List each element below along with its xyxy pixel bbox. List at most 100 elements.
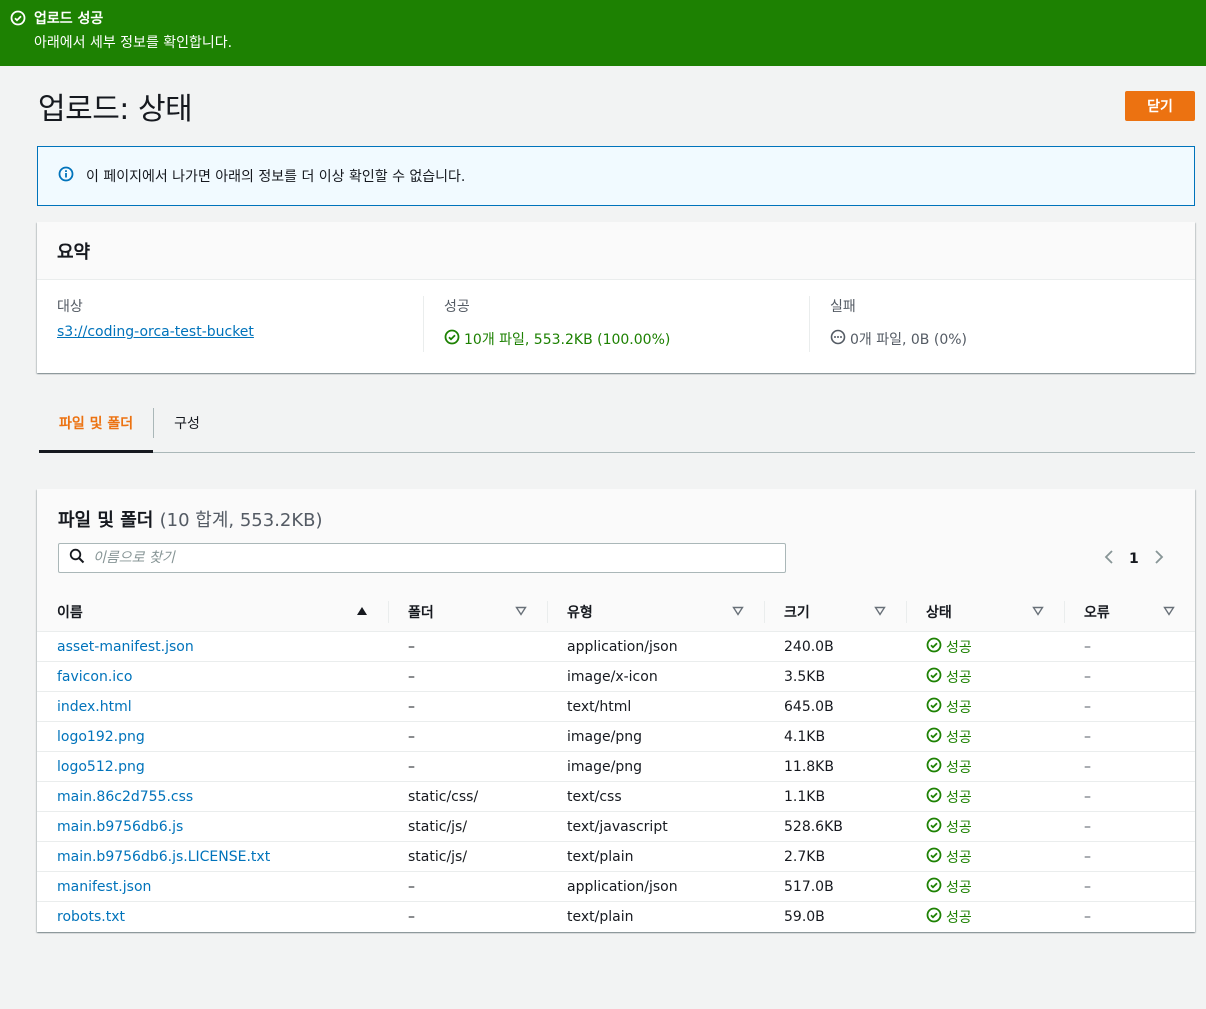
cell-error: – [1064,691,1195,722]
status-text: 성공 [946,759,972,776]
cell-type: text/plain [567,908,634,925]
check-circle-icon [444,329,460,349]
table-row: robots.txt – text/plain 59.0B 성공 – [37,902,1195,932]
column-header-name[interactable]: 이름 [37,593,388,632]
files-count: (10 합계, 553.2KB) [159,510,323,531]
cell-type: application/json [547,871,764,902]
status-text: 성공 [946,729,972,746]
file-link[interactable]: robots.txt [57,909,125,925]
file-link[interactable]: main.b9756db6.js.LICENSE.txt [57,849,270,865]
cell-error: – [1064,721,1195,752]
file-link[interactable]: main.b9756db6.js [57,819,183,835]
chevron-left-icon[interactable] [1103,549,1115,569]
cell-size: 59.0B [784,908,825,925]
cell-error: – [1064,661,1195,692]
cell-name: logo192.png [37,721,388,752]
file-link[interactable]: logo512.png [57,759,145,775]
check-circle-icon [926,757,942,777]
status-text: 성공 [946,879,972,896]
column-header-size[interactable]: 크기 [764,593,906,632]
file-link[interactable]: logo192.png [57,729,145,745]
check-circle-icon [926,877,942,897]
info-message: 이 페이지에서 나가면 아래의 정보를 더 이상 확인할 수 없습니다. [86,169,466,185]
cell-folder: static/js/ [388,811,547,842]
table-row: manifest.json – application/json 517.0B 성공 – [37,871,1195,902]
file-link[interactable]: favicon.ico [57,669,132,685]
table-row: main.b9756db6.js static/js/text/javascrip… [37,811,1195,842]
cell-status: 성공 [906,902,1064,932]
check-circle-icon [926,697,942,717]
cell-status: 성공 [906,781,1064,812]
cell-type: image/x-icon [547,661,764,692]
destination-label: 대상 [57,299,83,315]
summary-heading: 요약 [37,222,1195,280]
pagination: 1 [1103,549,1165,569]
cell-type: image/png [547,751,764,782]
check-circle-icon [926,667,942,687]
cell-type: image/png [547,721,764,752]
summary-failed: 실패 0개 파일, 0B (0%) [809,296,1195,352]
cell-status: 성공 [906,661,1064,692]
column-header-status[interactable]: 상태 [906,593,1064,632]
cell-name: index.html [37,691,388,722]
file-link[interactable]: asset-manifest.json [57,639,194,655]
status-text: 성공 [946,639,972,656]
chevron-right-icon[interactable] [1153,549,1165,569]
search-box [58,543,786,573]
status-text: 성공 [946,699,972,716]
cell-folder: – [388,751,547,782]
cell-status: 성공 [906,631,1064,662]
table-row: favicon.ico – image/x-icon 3.5KB 성공 – [37,661,1195,692]
table-row: asset-manifest.json – application/json 240.… [37,631,1195,662]
check-circle-icon [926,637,942,657]
table-row: main.86c2d755.css static/css/text/css 1.1K… [37,781,1195,812]
search-input[interactable] [93,550,773,566]
check-circle-icon [926,907,942,927]
status-text: 성공 [946,909,972,926]
tab-files-and-folders[interactable]: 파일 및 폴더 [39,393,154,453]
cell-type: text/css [547,781,764,812]
cell-size: 1.1KB [764,781,906,812]
check-circle-icon [10,10,26,26]
flash-message: 아래에서 세부 정보를 확인합니다. [34,35,233,51]
summary-success: 성공 10개 파일, 553.2KB (100.00%) [423,296,809,352]
file-link[interactable]: main.86c2d755.css [57,789,193,805]
check-circle-icon [926,727,942,747]
page-title: 업로드: 상태 [38,92,193,127]
cell-error: – [1064,841,1195,872]
cell-name: main.b9756db6.js [37,811,388,842]
file-link[interactable]: manifest.json [57,879,151,895]
cell-type: text/plain [547,841,764,872]
cell-size: 2.7KB [764,841,906,872]
info-alert: 이 페이지에서 나가면 아래의 정보를 더 이상 확인할 수 없습니다. [37,146,1195,206]
cell-type: application/json [547,631,764,662]
column-header-error[interactable]: 오류 [1064,593,1195,632]
success-value: 10개 파일, 553.2KB (100.00%) [464,332,671,348]
column-header-folder[interactable]: 폴더 [388,593,547,632]
failed-value: 0개 파일, 0B (0%) [850,332,967,348]
tab-configuration[interactable]: 구성 [154,393,220,452]
table-row: index.html – text/html 645.0B 성공 – [37,691,1195,722]
cell-folder: – [408,908,415,925]
cell-size: 528.6KB [764,811,906,842]
cell-folder: – [388,661,547,692]
summary-panel: 요약 대상 s3://coding-orca-test-bucket 성공 10… [37,222,1195,373]
cell-status: 성공 [906,721,1064,752]
close-button[interactable]: 닫기 [1125,91,1195,121]
column-header-type[interactable]: 유형 [547,593,764,632]
cell-folder: static/css/ [388,781,547,812]
cell-size: 4.1KB [764,721,906,752]
status-text: 성공 [946,789,972,806]
cell-size: 517.0B [764,871,906,902]
status-text: 성공 [946,849,972,866]
table-row: main.b9756db6.js.LICENSE.txt static/js/te… [37,841,1195,872]
cell-type: text/javascript [547,811,764,842]
file-link[interactable]: index.html [57,699,132,715]
files-panel: 파일 및 폴더 (10 합계, 553.2KB) 1 이름 폴더 유형 크기 상… [37,489,1195,932]
flash-title: 업로드 성공 [34,11,104,27]
sort-icon [1163,604,1175,620]
sort-icon [874,604,886,620]
destination-link[interactable]: s3://coding-orca-test-bucket [57,324,254,340]
cell-status: 성공 [906,751,1064,782]
page-number[interactable]: 1 [1129,551,1139,567]
